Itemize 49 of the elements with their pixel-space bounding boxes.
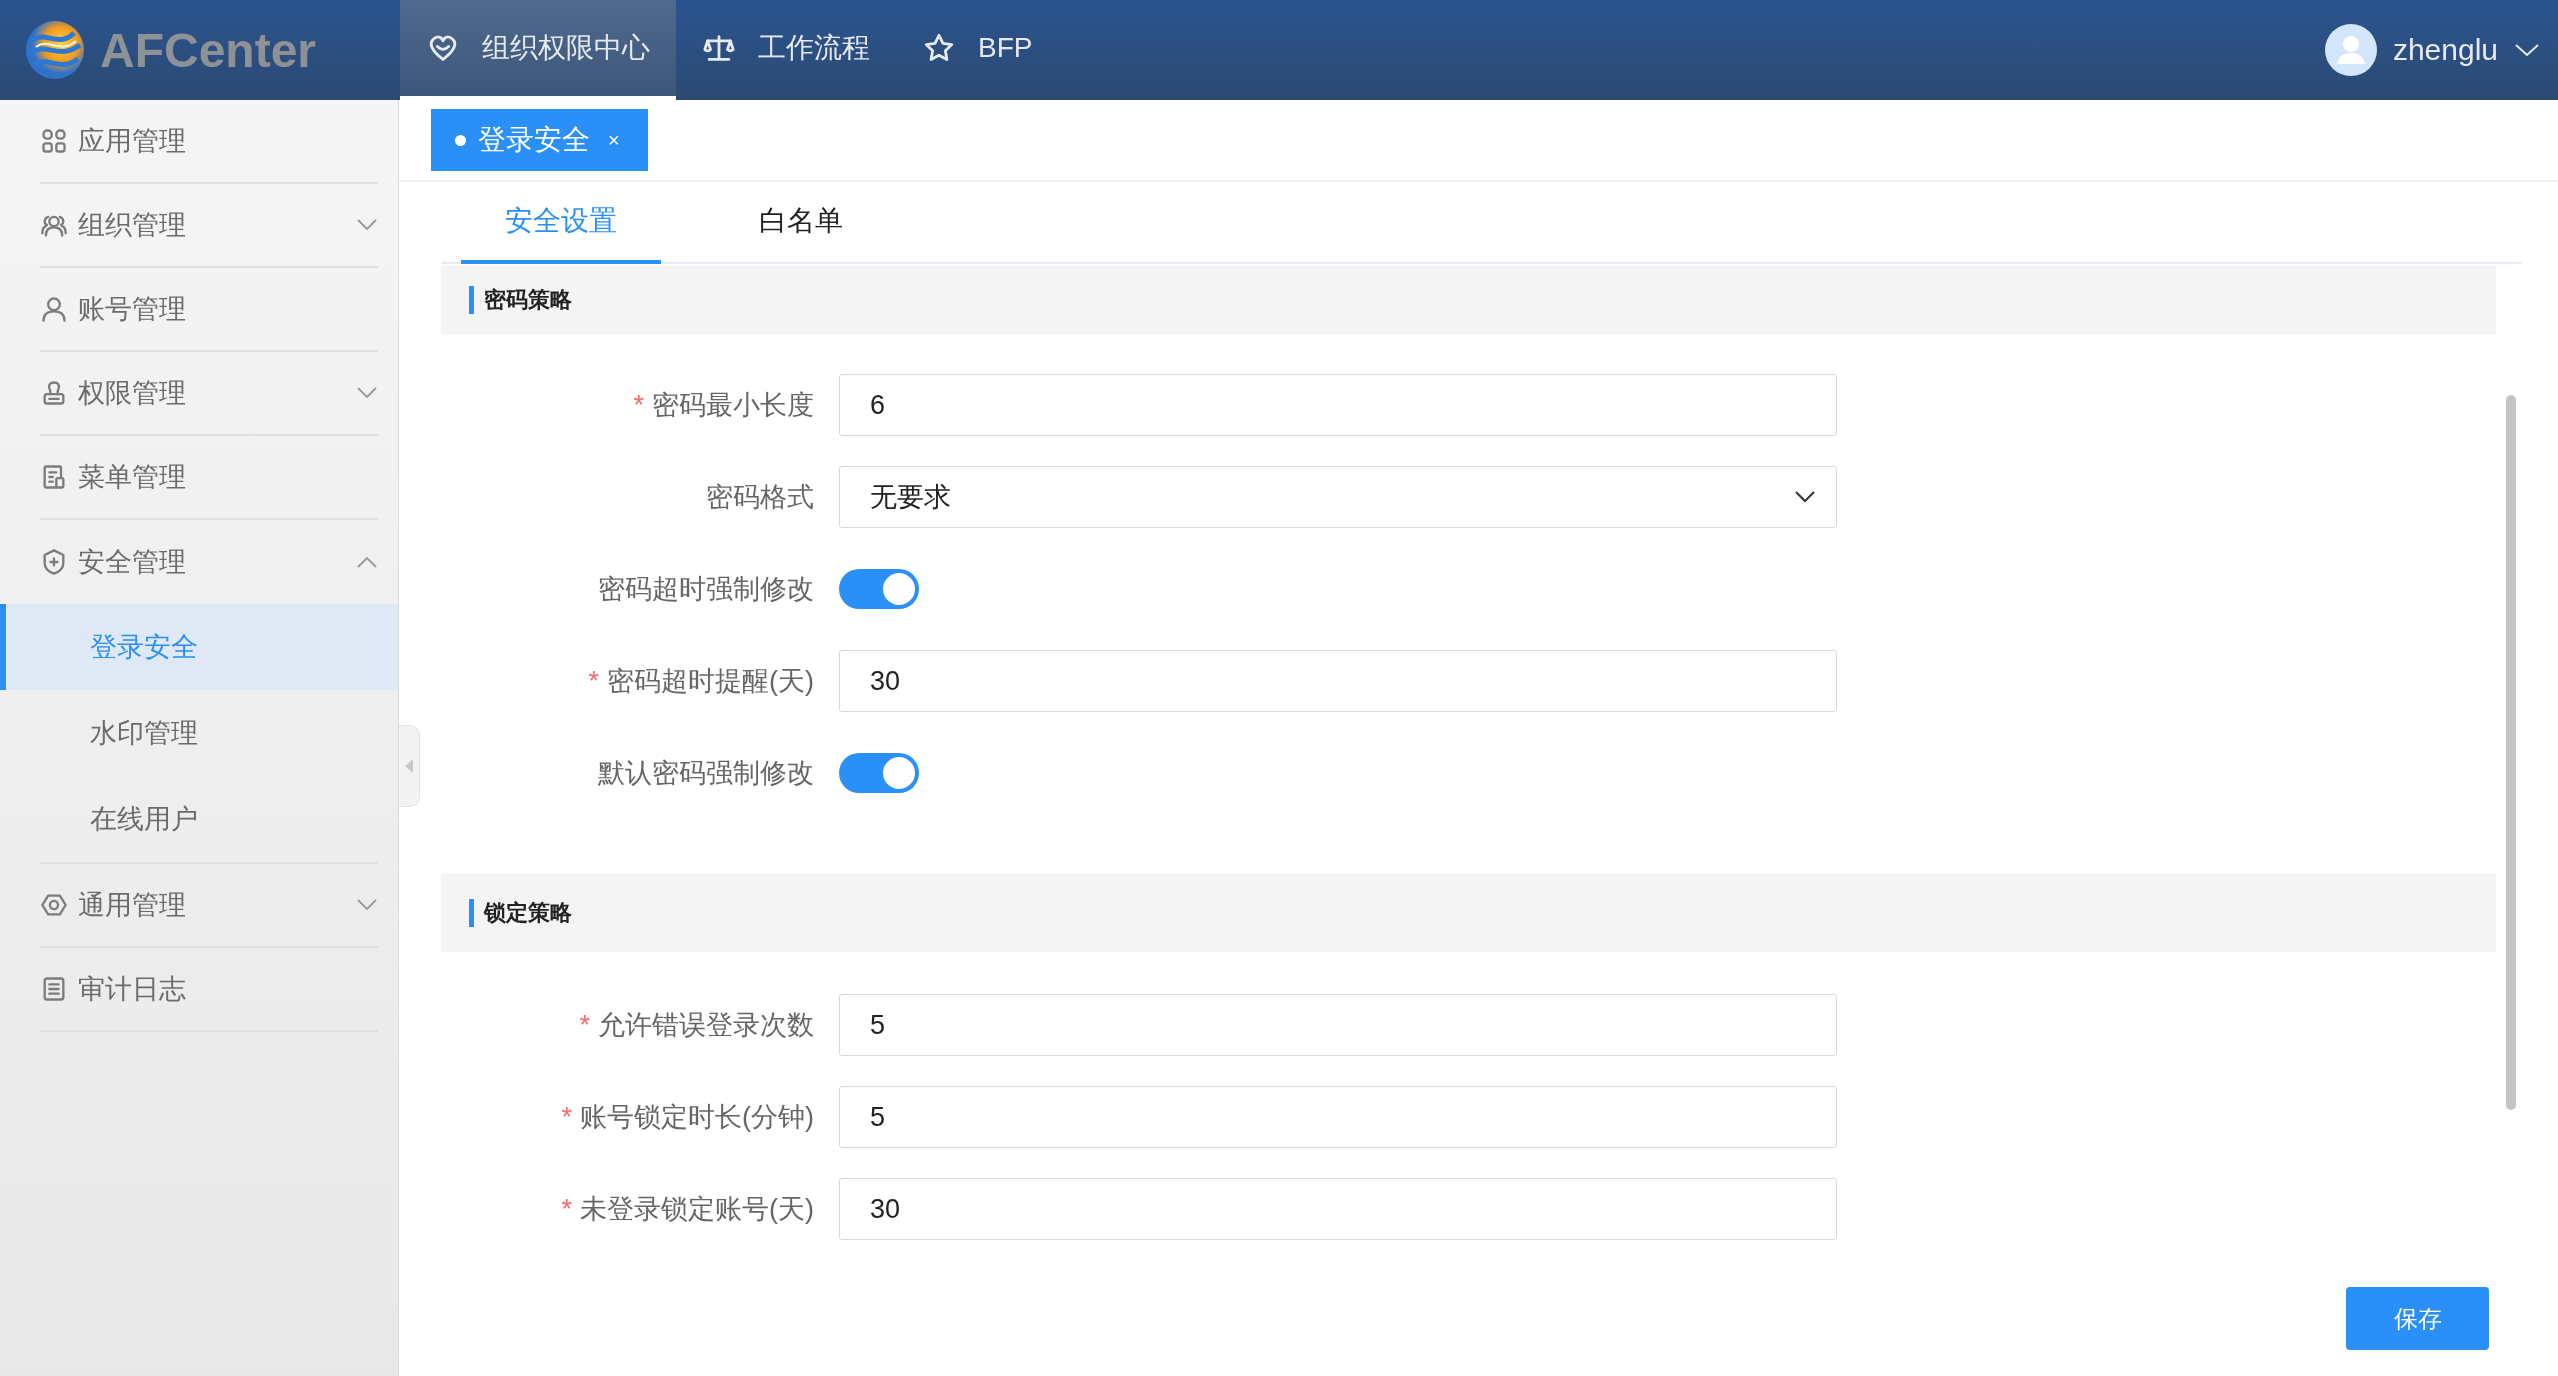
required-mark: * (561, 1194, 572, 1224)
field-label: * 允许错误登录次数 (578, 1009, 814, 1042)
sidebar-item[interactable]: 菜单管理 (40, 436, 378, 520)
select-field[interactable]: 无要求 (839, 466, 1837, 528)
sidebar-item-label: 菜单管理 (78, 461, 186, 494)
tab[interactable]: 白名单 (701, 182, 901, 264)
field-label: 密码超时强制修改 (597, 573, 814, 606)
sidebar-subitem[interactable]: 在线用户 (0, 776, 398, 862)
field-label: * 未登录锁定账号(天) (560, 1193, 814, 1226)
required-mark: * (588, 666, 599, 696)
nav-tab[interactable]: 组织权限中心 (400, 0, 676, 100)
logo-text: AFCenter (100, 22, 317, 78)
field-label: * 账号锁定时长(分钟) (560, 1101, 814, 1134)
input-field[interactable]: 5 (839, 994, 1837, 1056)
input-field[interactable]: 5 (839, 1086, 1837, 1148)
required-mark: * (579, 1010, 590, 1040)
sidebar-item-label: 应用管理 (78, 125, 186, 158)
sidebar-item-label: 账号管理 (78, 293, 186, 326)
field-label: 默认密码强制修改 (597, 757, 814, 790)
input-field[interactable]: 30 (839, 650, 1837, 712)
sidebar-item-label: 审计日志 (78, 973, 186, 1006)
sidebar-item-label: 安全管理 (78, 546, 186, 579)
input-field[interactable]: 30 (839, 1178, 1837, 1240)
sidebar-item[interactable]: 账号管理 (40, 268, 378, 352)
sidebar-item[interactable]: 应用管理 (40, 100, 378, 184)
sidebar-item-label: 通用管理 (78, 889, 186, 922)
close-icon[interactable]: × (608, 128, 620, 152)
sidebar-item[interactable]: 安全管理 (40, 520, 378, 604)
input-field[interactable]: 6 (839, 374, 1837, 436)
field-label: * 密码超时提醒(天) (587, 665, 814, 698)
sidebar-subitem[interactable]: 水印管理 (0, 690, 398, 776)
field-label: 密码格式 (705, 481, 814, 514)
sidebar-item-label: 权限管理 (78, 377, 186, 410)
sidebar-item[interactable]: 审计日志 (40, 948, 378, 1032)
section-title: 密码策略 (469, 286, 572, 314)
section-title: 锁定策略 (469, 899, 572, 927)
nav-tab[interactable]: BFP (896, 0, 1059, 100)
sidebar-item[interactable]: 组织管理 (40, 184, 378, 268)
sidebar-subitem[interactable]: 登录安全 (0, 604, 398, 690)
user-name[interactable]: zhenglu (2392, 33, 2498, 67)
nav-tab[interactable]: 工作流程 (676, 0, 896, 100)
page-tag[interactable]: 登录安全 × (431, 109, 648, 171)
sidebar-item-label: 组织管理 (78, 209, 186, 242)
required-mark: * (561, 1102, 572, 1132)
sidebar-item[interactable]: 通用管理 (40, 864, 378, 948)
field-label: * 密码最小长度 (632, 389, 814, 422)
save-button[interactable]: 保存 (2346, 1287, 2489, 1350)
sidebar-item[interactable]: 权限管理 (40, 352, 378, 436)
required-mark: * (633, 390, 644, 420)
